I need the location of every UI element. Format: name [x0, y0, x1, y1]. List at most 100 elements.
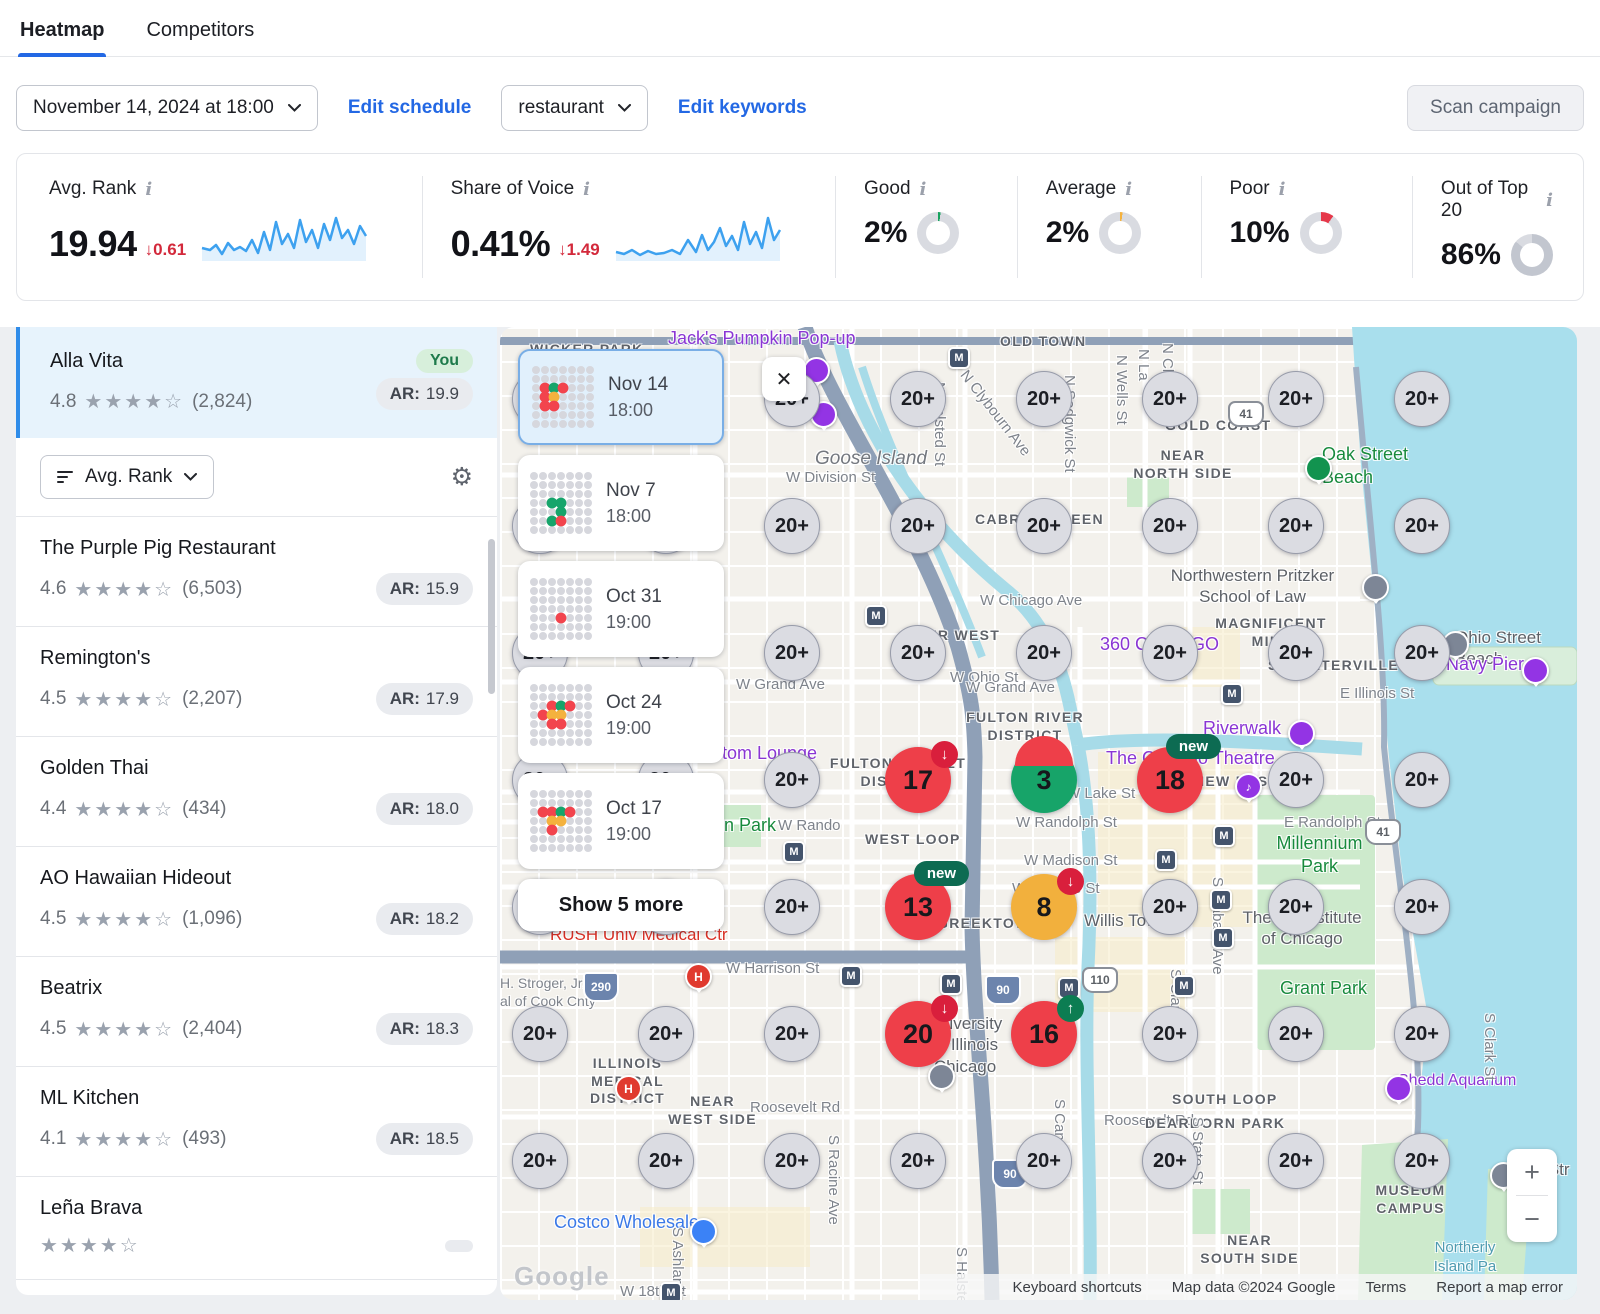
map-canvas[interactable]: Jack's Pumpkin Pop-upOLD TOWNWICKER PARK…	[500, 327, 1577, 1300]
info-icon[interactable]: i	[1546, 190, 1553, 211]
cluster-marker-20plus[interactable]: 20+	[1394, 879, 1450, 935]
cluster-marker-20plus[interactable]: 20+	[1142, 879, 1198, 935]
list-item[interactable]: AO Hawaiian Hideout4.5★★★★☆(1,096)AR:18.…	[16, 847, 497, 957]
your-business-card[interactable]: Alla Vita You 4.8 ★★★★☆ (2,824) AR:19.9	[16, 327, 497, 438]
report-map-error-link[interactable]: Report a map error	[1436, 1279, 1563, 1296]
poi-pin-icon[interactable]: ♪	[1235, 773, 1262, 800]
poi-pin-icon[interactable]	[1362, 574, 1389, 601]
review-count: (434)	[182, 798, 226, 820]
cluster-marker-20plus[interactable]: 20+	[1016, 371, 1072, 427]
poi-pin-icon[interactable]	[1288, 720, 1315, 747]
tab-competitors[interactable]: Competitors	[144, 19, 256, 56]
scan-date-card[interactable]: Oct 2419:00	[518, 667, 724, 763]
list-item[interactable]: Remington's4.5★★★★☆(2,207)AR:17.9	[16, 627, 497, 737]
cluster-marker-20plus[interactable]: 20+	[1268, 879, 1324, 935]
cluster-marker-20plus[interactable]: 20+	[1268, 371, 1324, 427]
cluster-marker-20plus[interactable]: 20+	[1142, 625, 1198, 681]
cluster-marker-20plus[interactable]: 20+	[1394, 752, 1450, 808]
poi-pin-icon[interactable]: H	[685, 963, 712, 990]
poi-pin-icon[interactable]	[928, 1063, 955, 1090]
info-icon[interactable]: i	[145, 179, 152, 200]
cluster-marker-20plus[interactable]: 20+	[1394, 1133, 1450, 1189]
star-rating-icons: ★★★★☆	[74, 577, 174, 602]
cluster-marker-20plus[interactable]: 20+	[1268, 498, 1324, 554]
stat-value: 2%	[1046, 216, 1089, 250]
scan-date-card[interactable]: Oct 3119:00	[518, 561, 724, 657]
cluster-marker-20plus[interactable]: 20+	[1268, 1133, 1324, 1189]
cluster-marker-20plus[interactable]: 20+	[512, 1006, 568, 1062]
cluster-marker-20plus[interactable]: 20+	[1142, 371, 1198, 427]
cluster-marker-20plus[interactable]: 20+	[1142, 1006, 1198, 1062]
info-icon[interactable]: i	[920, 179, 927, 200]
info-icon[interactable]: i	[583, 179, 590, 200]
cluster-marker-20plus[interactable]: 20+	[890, 498, 946, 554]
tab-heatmap[interactable]: Heatmap	[18, 19, 106, 56]
keyboard-shortcuts-link[interactable]: Keyboard shortcuts	[1013, 1279, 1142, 1296]
cluster-marker-20plus[interactable]: 20+	[1394, 625, 1450, 681]
cluster-marker-20plus[interactable]: 20+	[1142, 498, 1198, 554]
zoom-in-button[interactable]: +	[1507, 1149, 1557, 1195]
poi-pin-icon[interactable]	[1522, 657, 1549, 684]
rank-marker[interactable]: 18new	[1137, 747, 1203, 813]
cluster-marker-20plus[interactable]: 20+	[1394, 498, 1450, 554]
cluster-marker-20plus[interactable]: 20+	[1016, 625, 1072, 681]
scan-date-card[interactable]: Nov 1418:00	[518, 349, 724, 445]
map-data-credit[interactable]: Map data ©2024 Google	[1172, 1279, 1336, 1296]
rank-marker[interactable]: 17↓	[885, 747, 951, 813]
cluster-marker-20plus[interactable]: 20+	[890, 625, 946, 681]
sort-icon	[57, 470, 73, 484]
cluster-marker-20plus[interactable]: 20+	[764, 1133, 820, 1189]
cluster-marker-20plus[interactable]: 20+	[1394, 371, 1450, 427]
cluster-marker-20plus[interactable]: 20+	[890, 1133, 946, 1189]
cluster-marker-20plus[interactable]: 20+	[764, 752, 820, 808]
rank-marker[interactable]: 13new	[885, 874, 951, 940]
list-item[interactable]: Golden Thai4.4★★★★☆(434)AR:18.0	[16, 737, 497, 847]
cluster-marker-20plus[interactable]: 20+	[638, 1006, 694, 1062]
zoom-out-button[interactable]: −	[1507, 1196, 1557, 1242]
edit-schedule-link[interactable]: Edit schedule	[348, 97, 472, 119]
show-more-button[interactable]: Show 5 more	[518, 879, 724, 931]
poi-pin-icon[interactable]	[1385, 1075, 1412, 1102]
list-item[interactable]: Beatrix4.5★★★★☆(2,404)AR:18.3	[16, 957, 497, 1067]
list-scrollbar[interactable]	[488, 539, 495, 694]
edit-keywords-link[interactable]: Edit keywords	[678, 97, 807, 119]
list-item[interactable]: The Purple Pig Restaurant4.6★★★★☆(6,503)…	[16, 517, 497, 627]
keyword-select[interactable]: restaurant	[501, 85, 648, 131]
list-item[interactable]: ML Kitchen4.1★★★★☆(493)AR:18.5	[16, 1067, 497, 1177]
rank-marker[interactable]: 8↓	[1011, 874, 1077, 940]
cluster-marker-20plus[interactable]: 20+	[1268, 1006, 1324, 1062]
cluster-marker-20plus[interactable]: 20+	[1268, 752, 1324, 808]
cluster-marker-20plus[interactable]: 20+	[1394, 1006, 1450, 1062]
cluster-marker-20plus[interactable]: 20+	[1268, 625, 1324, 681]
cluster-marker-20plus[interactable]: 20+	[890, 371, 946, 427]
cluster-marker-20plus[interactable]: 20+	[512, 1133, 568, 1189]
cluster-marker-20plus[interactable]: 20+	[1142, 1133, 1198, 1189]
sort-select[interactable]: Avg. Rank	[40, 455, 214, 499]
date-select[interactable]: November 14, 2024 at 18:00	[16, 85, 318, 131]
mini-heatmap-dot	[565, 700, 576, 711]
poi-pin-icon[interactable]: H	[615, 1075, 642, 1102]
rank-marker[interactable]: 20↓	[885, 1001, 951, 1067]
terms-link[interactable]: Terms	[1365, 1279, 1406, 1296]
rank-marker[interactable]: 16↑	[1011, 1001, 1077, 1067]
cluster-marker-20plus[interactable]: 20+	[764, 1006, 820, 1062]
list-item[interactable]: Leña Brava★★★★☆	[16, 1177, 497, 1280]
scan-date-card[interactable]: Oct 1719:00	[518, 773, 724, 869]
poi-pin-icon[interactable]	[690, 1218, 717, 1245]
gear-icon[interactable]: ⚙	[451, 465, 473, 490]
close-panel-button[interactable]: ✕	[762, 357, 806, 401]
cluster-marker-20plus[interactable]: 20+	[1016, 498, 1072, 554]
cluster-marker-20plus[interactable]: 20+	[764, 879, 820, 935]
poi-pin-icon[interactable]	[1305, 455, 1332, 482]
rank-marker[interactable]: 3	[1011, 747, 1077, 813]
info-icon[interactable]: i	[1279, 179, 1286, 200]
mini-heatmap-dot	[586, 375, 594, 383]
scan-campaign-button[interactable]: Scan campaign	[1407, 85, 1584, 131]
cluster-marker-20plus[interactable]: 20+	[764, 498, 820, 554]
scan-date-card[interactable]: Nov 718:00	[518, 455, 724, 551]
info-icon[interactable]: i	[1125, 179, 1132, 200]
cluster-marker-20plus[interactable]: 20+	[638, 1133, 694, 1189]
rating-row: 4.5★★★★☆(2,404)AR:18.3	[40, 1013, 473, 1045]
cluster-marker-20plus[interactable]: 20+	[1016, 1133, 1072, 1189]
cluster-marker-20plus[interactable]: 20+	[764, 625, 820, 681]
